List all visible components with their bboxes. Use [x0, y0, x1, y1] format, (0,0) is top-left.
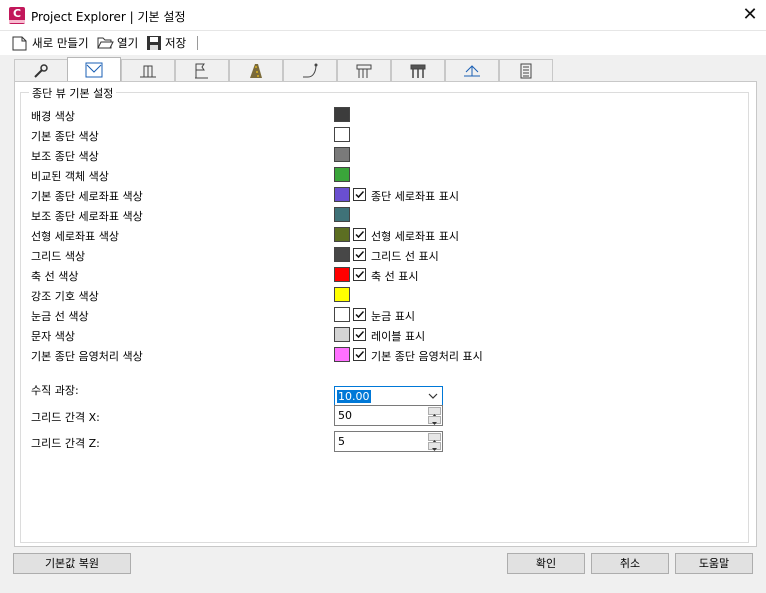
tab-sheets[interactable] [175, 59, 229, 81]
open-button[interactable]: 열기 [97, 34, 138, 52]
row-label-grid-color: 그리드 색상 [31, 250, 86, 263]
grid-spacing-x-input[interactable]: 50 [334, 405, 443, 426]
tab-alignment[interactable] [283, 59, 337, 81]
grid-spacing-x-value: 50 [338, 409, 352, 422]
show-grid-lines-label: 그리드 선 표시 [371, 250, 439, 263]
row-label-primary-ordinate-color: 기본 종단 세로좌표 색상 [31, 190, 143, 203]
pressure-network-icon [410, 64, 426, 78]
compared-object-color-swatch[interactable] [334, 167, 350, 182]
row-label-highlight-symbol-color: 강조 기호 색상 [31, 290, 99, 303]
toolbar-separator [197, 36, 198, 50]
show-axis-lines-label: 축 선 표시 [371, 270, 419, 283]
show-profile-ordinate-checkbox[interactable] [353, 188, 366, 201]
vertical-exaggeration-label: 수직 과장: [31, 384, 79, 397]
primary-profile-color-swatch[interactable] [334, 127, 350, 142]
settings-panel: 종단 뷰 기본 설정 배경 색상 기본 종단 색상 보조 종단 색상 비교된 객… [14, 81, 757, 547]
row-label-compared-object-color: 비교된 객체 색상 [31, 170, 109, 183]
row-label-alignment-ordinate-color: 선형 세로좌표 색상 [31, 230, 119, 243]
row-label-text-color: 문자 색상 [31, 330, 75, 343]
show-ticks-label: 눈금 표시 [371, 310, 415, 323]
grid-color-swatch[interactable] [334, 247, 350, 262]
show-ticks-checkbox[interactable] [353, 308, 366, 321]
grid-spacing-z-value: 5 [338, 435, 345, 448]
text-color-swatch[interactable] [334, 327, 350, 342]
sheet-flag-icon [195, 63, 208, 78]
help-button[interactable]: 도움말 [675, 553, 753, 574]
row-label-secondary-profile-color: 보조 종단 색상 [31, 150, 99, 163]
arrow-down-icon [432, 422, 437, 425]
tab-cross-section[interactable] [121, 59, 175, 81]
alignment-curve-icon [303, 63, 318, 77]
tab-report[interactable] [499, 59, 553, 81]
cross-section-icon [140, 65, 156, 77]
show-profile-shading-checkbox[interactable] [353, 348, 366, 361]
secondary-ordinate-color-swatch[interactable] [334, 207, 350, 222]
row-label-profile-shading-color: 기본 종단 음영처리 색상 [31, 350, 143, 363]
pipe-network-icon [356, 64, 372, 78]
window-title: Project Explorer | 기본 설정 [31, 10, 186, 24]
row-label-background-color: 배경 색상 [31, 110, 75, 123]
show-labels-label: 레이블 표시 [371, 330, 426, 343]
show-grid-lines-checkbox[interactable] [353, 248, 366, 261]
tab-surface[interactable] [445, 59, 499, 81]
open-button-label: 열기 [117, 36, 139, 50]
chevron-down-icon [428, 393, 438, 399]
tab-general[interactable] [14, 59, 68, 81]
secondary-profile-color-swatch[interactable] [334, 147, 350, 162]
profile-view-icon [85, 62, 103, 77]
background-color-swatch[interactable] [334, 107, 350, 122]
surface-icon [464, 64, 480, 76]
grid-x-decrement-button[interactable] [428, 416, 441, 425]
cancel-button[interactable]: 취소 [591, 553, 669, 574]
open-folder-icon [97, 37, 114, 49]
save-button[interactable]: 저장 [146, 34, 186, 52]
profile-shading-color-swatch[interactable] [334, 347, 350, 362]
profile-view-settings-group: 종단 뷰 기본 설정 배경 색상 기본 종단 색상 보조 종단 색상 비교된 객… [20, 85, 749, 543]
save-button-label: 저장 [165, 36, 187, 50]
report-table-icon [520, 63, 532, 78]
save-disk-icon [147, 36, 161, 50]
new-button[interactable]: 새로 만들기 [12, 34, 89, 52]
show-profile-ordinate-label: 종단 세로좌표 표시 [371, 190, 459, 203]
grid-z-decrement-button[interactable] [428, 442, 441, 451]
grid-x-increment-button[interactable] [428, 407, 441, 417]
row-label-axis-line-color: 축 선 색상 [31, 270, 79, 283]
group-title: 종단 뷰 기본 설정 [29, 85, 117, 101]
new-button-label: 새로 만들기 [32, 36, 89, 50]
close-button[interactable]: ✕ [736, 3, 764, 27]
grid-z-increment-button[interactable] [428, 433, 441, 443]
row-label-tick-line-color: 눈금 선 색상 [31, 310, 89, 323]
restore-defaults-button[interactable]: 기본값 복원 [13, 553, 131, 574]
tab-pipe-network[interactable] [337, 59, 391, 81]
arrow-down-icon [432, 448, 437, 451]
grid-spacing-z-label: 그리드 간격 Z: [31, 437, 100, 450]
tab-corridor[interactable] [229, 59, 283, 81]
show-profile-shading-label: 기본 종단 음영처리 표시 [371, 350, 483, 363]
tab-profile-view[interactable] [67, 57, 121, 81]
app-logo-icon: C [9, 7, 25, 24]
tab-pressure-network[interactable] [391, 59, 445, 81]
row-label-secondary-ordinate-color: 보조 종단 세로좌표 색상 [31, 210, 143, 223]
primary-ordinate-color-swatch[interactable] [334, 187, 350, 202]
wrench-icon [34, 63, 48, 78]
grid-spacing-z-input[interactable]: 5 [334, 431, 443, 452]
title-bar: C Project Explorer | 기본 설정 ✕ [0, 0, 766, 31]
show-alignment-ordinate-label: 선형 세로좌표 표시 [371, 230, 459, 243]
vertical-exaggeration-value: 10.00 [337, 390, 371, 403]
new-document-icon [12, 36, 27, 50]
tick-line-color-swatch[interactable] [334, 307, 350, 322]
show-alignment-ordinate-checkbox[interactable] [353, 228, 366, 241]
axis-line-color-swatch[interactable] [334, 267, 350, 282]
row-label-primary-profile-color: 기본 종단 색상 [31, 130, 99, 143]
corridor-road-icon [250, 63, 262, 78]
vertical-exaggeration-dropdown[interactable]: 10.00 [334, 386, 443, 407]
highlight-symbol-color-swatch[interactable] [334, 287, 350, 302]
show-labels-checkbox[interactable] [353, 328, 366, 341]
alignment-ordinate-color-swatch[interactable] [334, 227, 350, 242]
grid-spacing-x-label: 그리드 간격 X: [31, 411, 100, 424]
toolbar: 새로 만들기 열기 저장 [0, 31, 766, 55]
ok-button[interactable]: 확인 [507, 553, 585, 574]
show-axis-lines-checkbox[interactable] [353, 268, 366, 281]
